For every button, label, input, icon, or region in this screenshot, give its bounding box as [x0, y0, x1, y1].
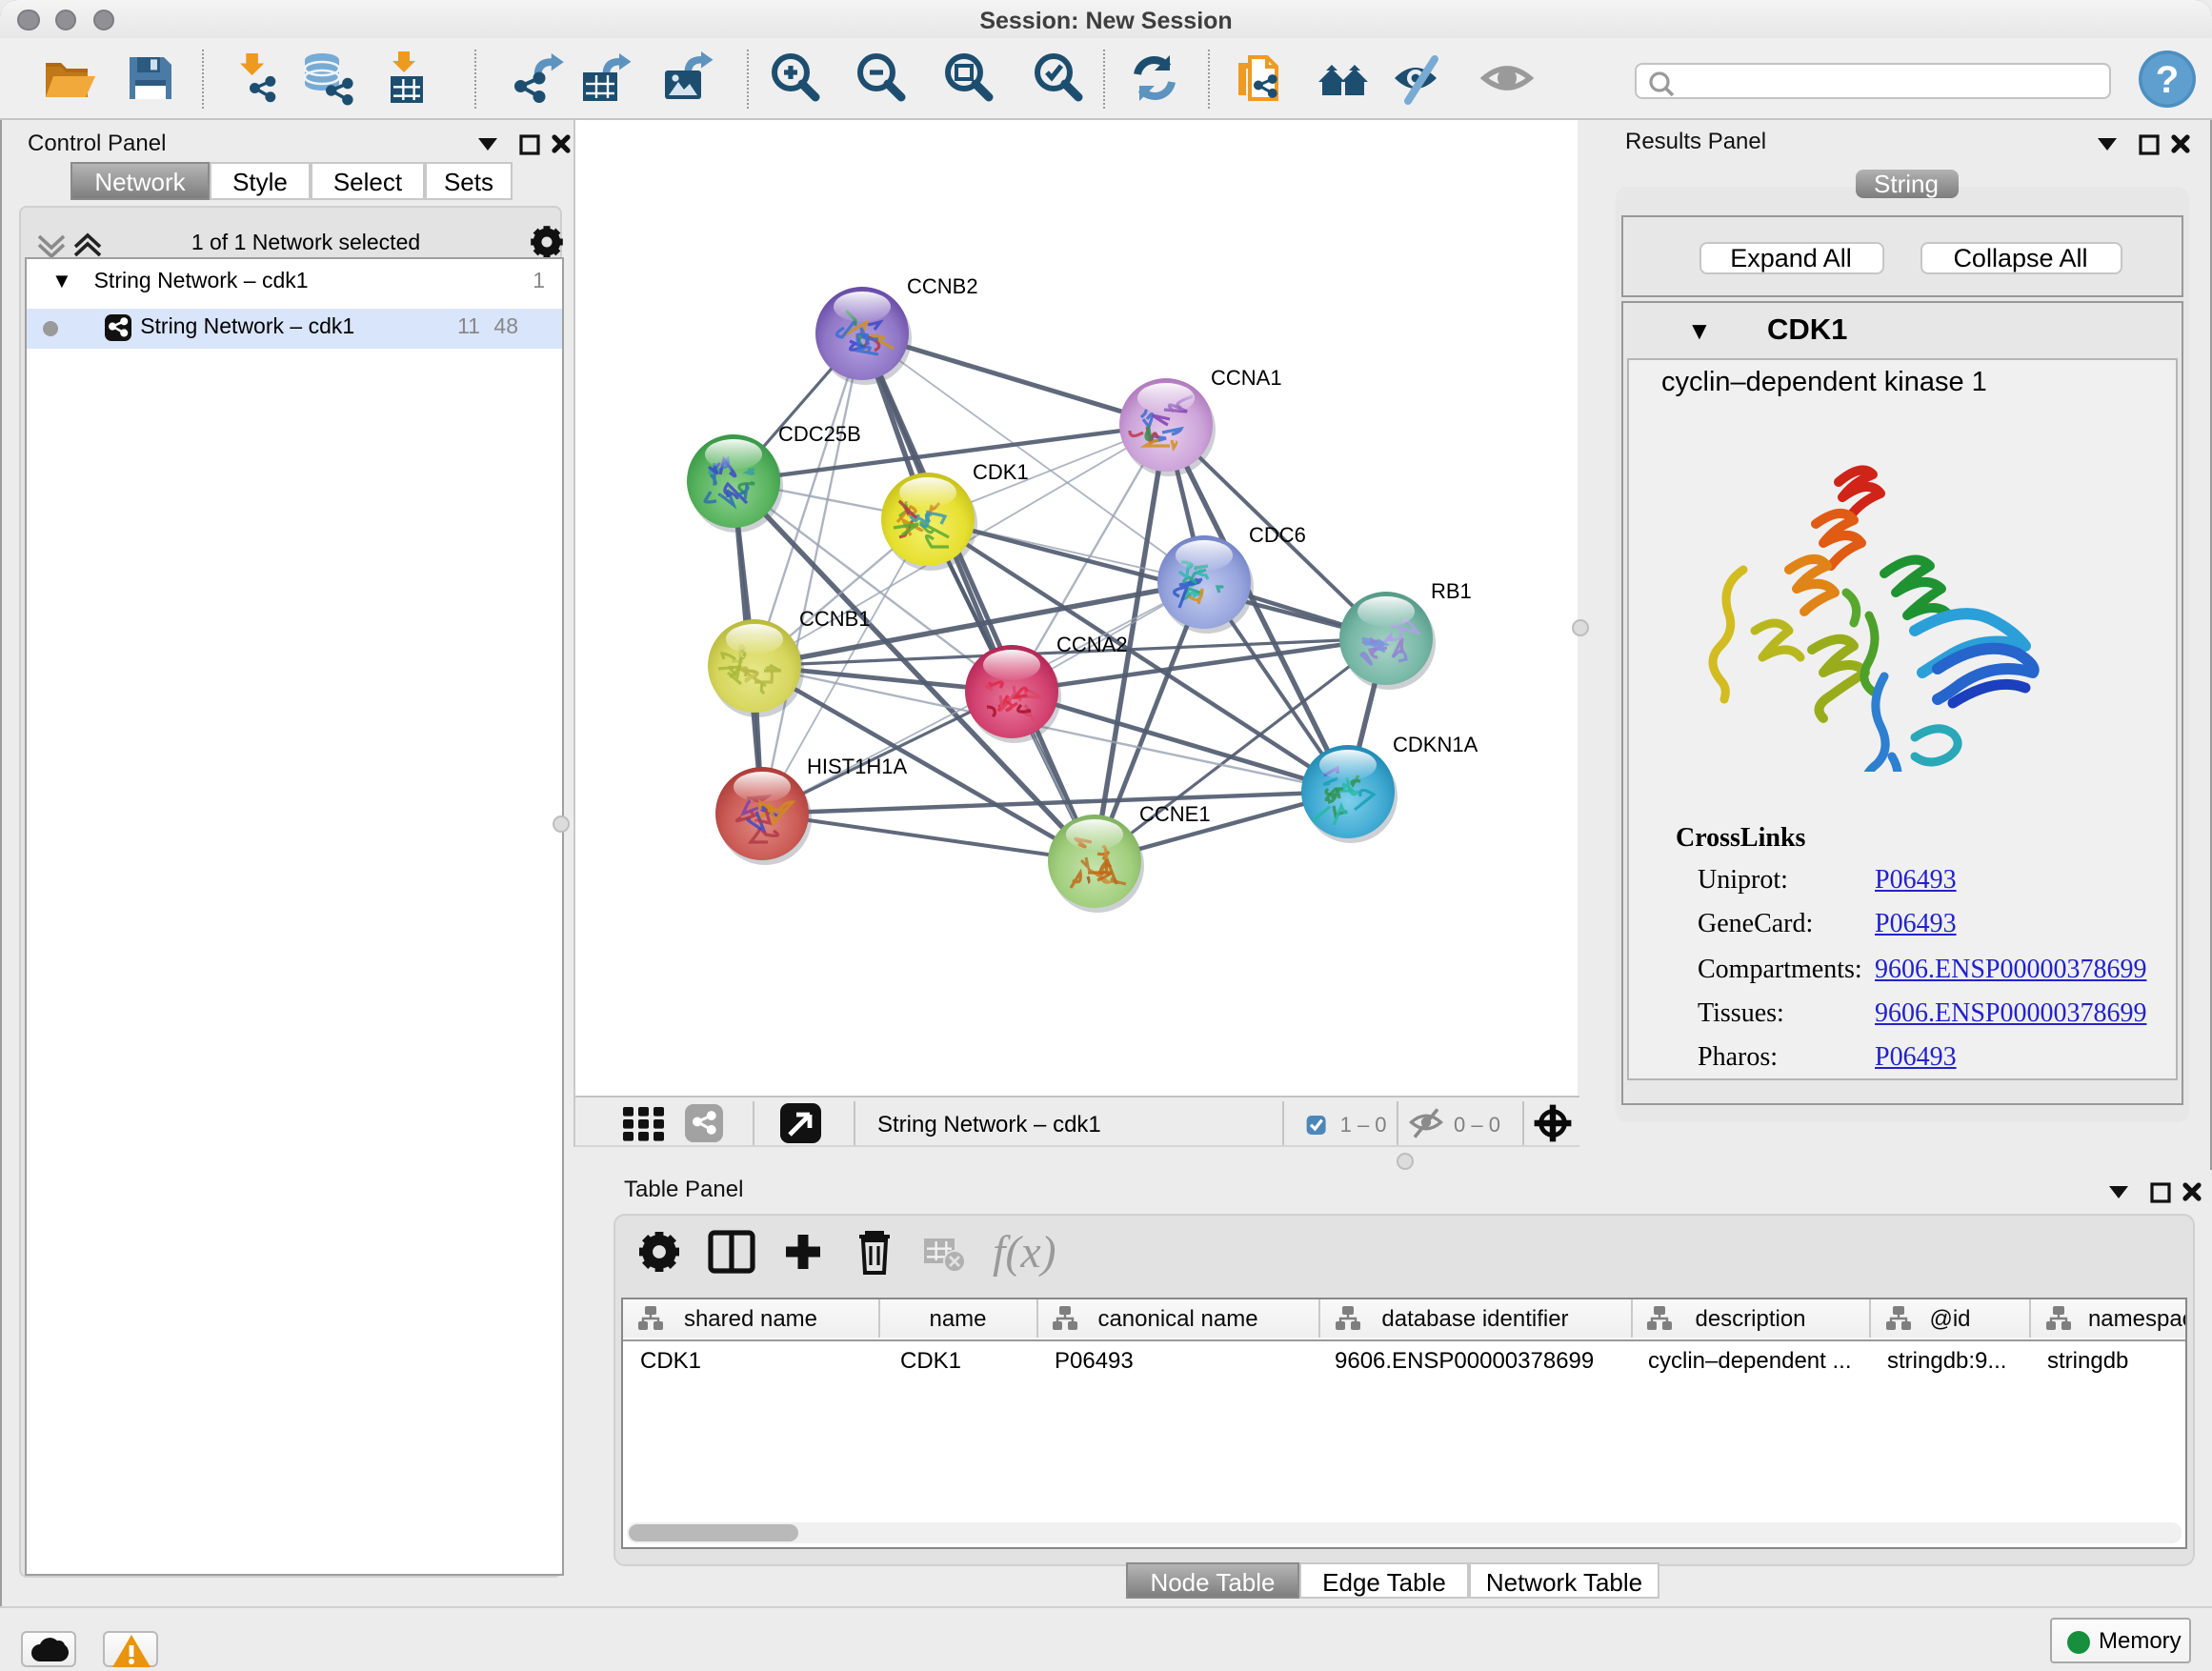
svg-text:CCNA1: CCNA1	[1211, 366, 1282, 390]
svg-text:RB1: RB1	[1431, 579, 1472, 603]
svg-text:?: ?	[2156, 59, 2179, 101]
svg-text:CCNB2: CCNB2	[907, 274, 978, 298]
svg-text:HIST1H1A: HIST1H1A	[807, 755, 907, 778]
svg-text:CDC25B: CDC25B	[778, 422, 861, 446]
svg-text:CDKN1A: CDKN1A	[1393, 733, 1478, 756]
svg-text:CCNB1: CCNB1	[799, 607, 871, 631]
svg-text:CCNA2: CCNA2	[1056, 633, 1128, 656]
svg-text:CDC6: CDC6	[1249, 523, 1306, 547]
svg-text:CDK1: CDK1	[973, 460, 1029, 484]
svg-text:CCNE1: CCNE1	[1139, 802, 1211, 826]
svg-text:f(x): f(x)	[993, 1227, 1056, 1278]
